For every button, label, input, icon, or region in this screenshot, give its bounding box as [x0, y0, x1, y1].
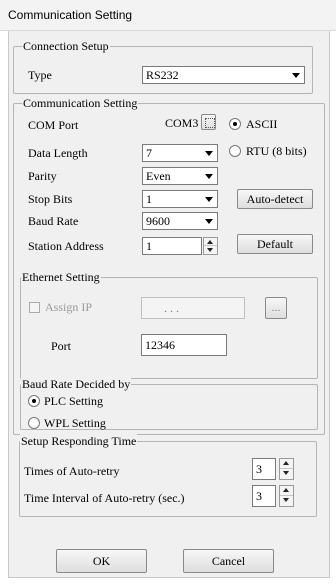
- parity-value: Even: [146, 169, 171, 183]
- stop-bits-label: Stop Bits: [28, 192, 73, 206]
- data-length-value: 7: [146, 146, 152, 160]
- auto-detect-button[interactable]: Auto-detect: [237, 189, 313, 209]
- spin-up-icon[interactable]: [204, 238, 217, 246]
- ip-address-value: . . .: [164, 301, 179, 315]
- com-port-label: COM Port: [28, 118, 79, 132]
- responding-time-legend: Setup Responding Time: [20, 434, 138, 449]
- spin-down-icon[interactable]: [280, 496, 293, 506]
- spin-down-icon[interactable]: [280, 469, 293, 479]
- retry-value: 3: [256, 462, 262, 476]
- port-value: 12346: [145, 338, 175, 352]
- spin-up-icon[interactable]: [280, 486, 293, 496]
- baud-rate-label: Baud Rate: [28, 214, 79, 228]
- type-select[interactable]: RS232: [142, 66, 305, 84]
- communication-setting-legend: Communication Setting: [22, 96, 139, 111]
- title-bar: Communication Setting: [0, 0, 336, 31]
- window-title: Communication Setting: [8, 8, 133, 22]
- retry-label: Times of Auto-retry: [24, 464, 120, 478]
- data-length-label: Data Length: [28, 146, 88, 160]
- com-port-browse-button[interactable]: [201, 114, 216, 130]
- default-label: Default: [257, 237, 293, 251]
- assign-ip-label: Assign IP: [45, 300, 93, 314]
- plc-setting-radio[interactable]: [28, 395, 40, 407]
- chevron-down-icon: [201, 213, 217, 229]
- wpl-setting-radio[interactable]: [28, 417, 40, 429]
- port-label: Port: [51, 339, 72, 353]
- ip-browse-button[interactable]: ...: [265, 297, 287, 319]
- retry-spinner[interactable]: [279, 458, 294, 480]
- cancel-button[interactable]: Cancel: [183, 549, 274, 573]
- interval-value: 3: [256, 489, 262, 503]
- ascii-label: ASCII: [246, 117, 278, 131]
- dialog-body: Connection Setup Type RS232 Communicatio…: [8, 31, 330, 578]
- plc-setting-label: PLC Setting: [44, 394, 104, 408]
- ethernet-setting-group: Ethernet Setting Assign IP . . . ... Por…: [20, 270, 318, 379]
- responding-time-group: Setup Responding Time Times of Auto-retr…: [19, 434, 317, 517]
- spin-down-icon[interactable]: [204, 246, 217, 254]
- default-button[interactable]: Default: [237, 234, 313, 254]
- connection-setup-group: Connection Setup Type RS232: [13, 39, 313, 94]
- dots-icon: [205, 118, 215, 128]
- auto-detect-label: Auto-detect: [246, 192, 304, 206]
- station-address-input[interactable]: 1: [142, 237, 202, 255]
- station-address-spinner[interactable]: [203, 237, 218, 255]
- port-input[interactable]: 12346: [141, 334, 227, 356]
- cancel-label: Cancel: [211, 554, 246, 568]
- chevron-down-icon: [201, 145, 217, 161]
- wpl-setting-label: WPL Setting: [44, 416, 106, 430]
- chevron-down-icon: [201, 168, 217, 184]
- type-value: RS232: [146, 68, 179, 82]
- ok-button[interactable]: OK: [56, 549, 147, 573]
- parity-select[interactable]: Even: [142, 167, 218, 185]
- station-address-value: 1: [146, 239, 152, 253]
- ascii-radio[interactable]: [229, 118, 241, 130]
- retry-input[interactable]: 3: [252, 458, 276, 480]
- type-label: Type: [28, 68, 52, 82]
- interval-input[interactable]: 3: [252, 485, 276, 507]
- com-port-value: COM3: [165, 116, 199, 130]
- ip-browse-label: ...: [271, 300, 281, 314]
- baud-rate-value: 9600: [146, 214, 170, 228]
- data-length-select[interactable]: 7: [142, 144, 218, 162]
- spin-up-icon[interactable]: [280, 459, 293, 469]
- interval-label: Time Interval of Auto-retry (sec.): [24, 491, 185, 505]
- ip-address-input[interactable]: . . .: [141, 297, 245, 319]
- connection-setup-legend: Connection Setup: [22, 39, 110, 54]
- parity-label: Parity: [28, 169, 57, 183]
- chevron-down-icon: [288, 67, 304, 83]
- ok-label: OK: [92, 554, 111, 568]
- stop-bits-select[interactable]: 1: [142, 190, 218, 208]
- baud-rate-select[interactable]: 9600: [142, 212, 218, 230]
- ethernet-setting-legend: Ethernet Setting: [21, 270, 101, 285]
- stop-bits-value: 1: [146, 192, 152, 206]
- rtu-label: RTU (8 bits): [246, 144, 307, 158]
- assign-ip-checkbox[interactable]: [29, 302, 40, 313]
- interval-spinner[interactable]: [279, 485, 294, 507]
- station-address-label: Station Address: [28, 239, 104, 253]
- chevron-down-icon: [201, 191, 217, 207]
- rtu-radio[interactable]: [229, 145, 241, 157]
